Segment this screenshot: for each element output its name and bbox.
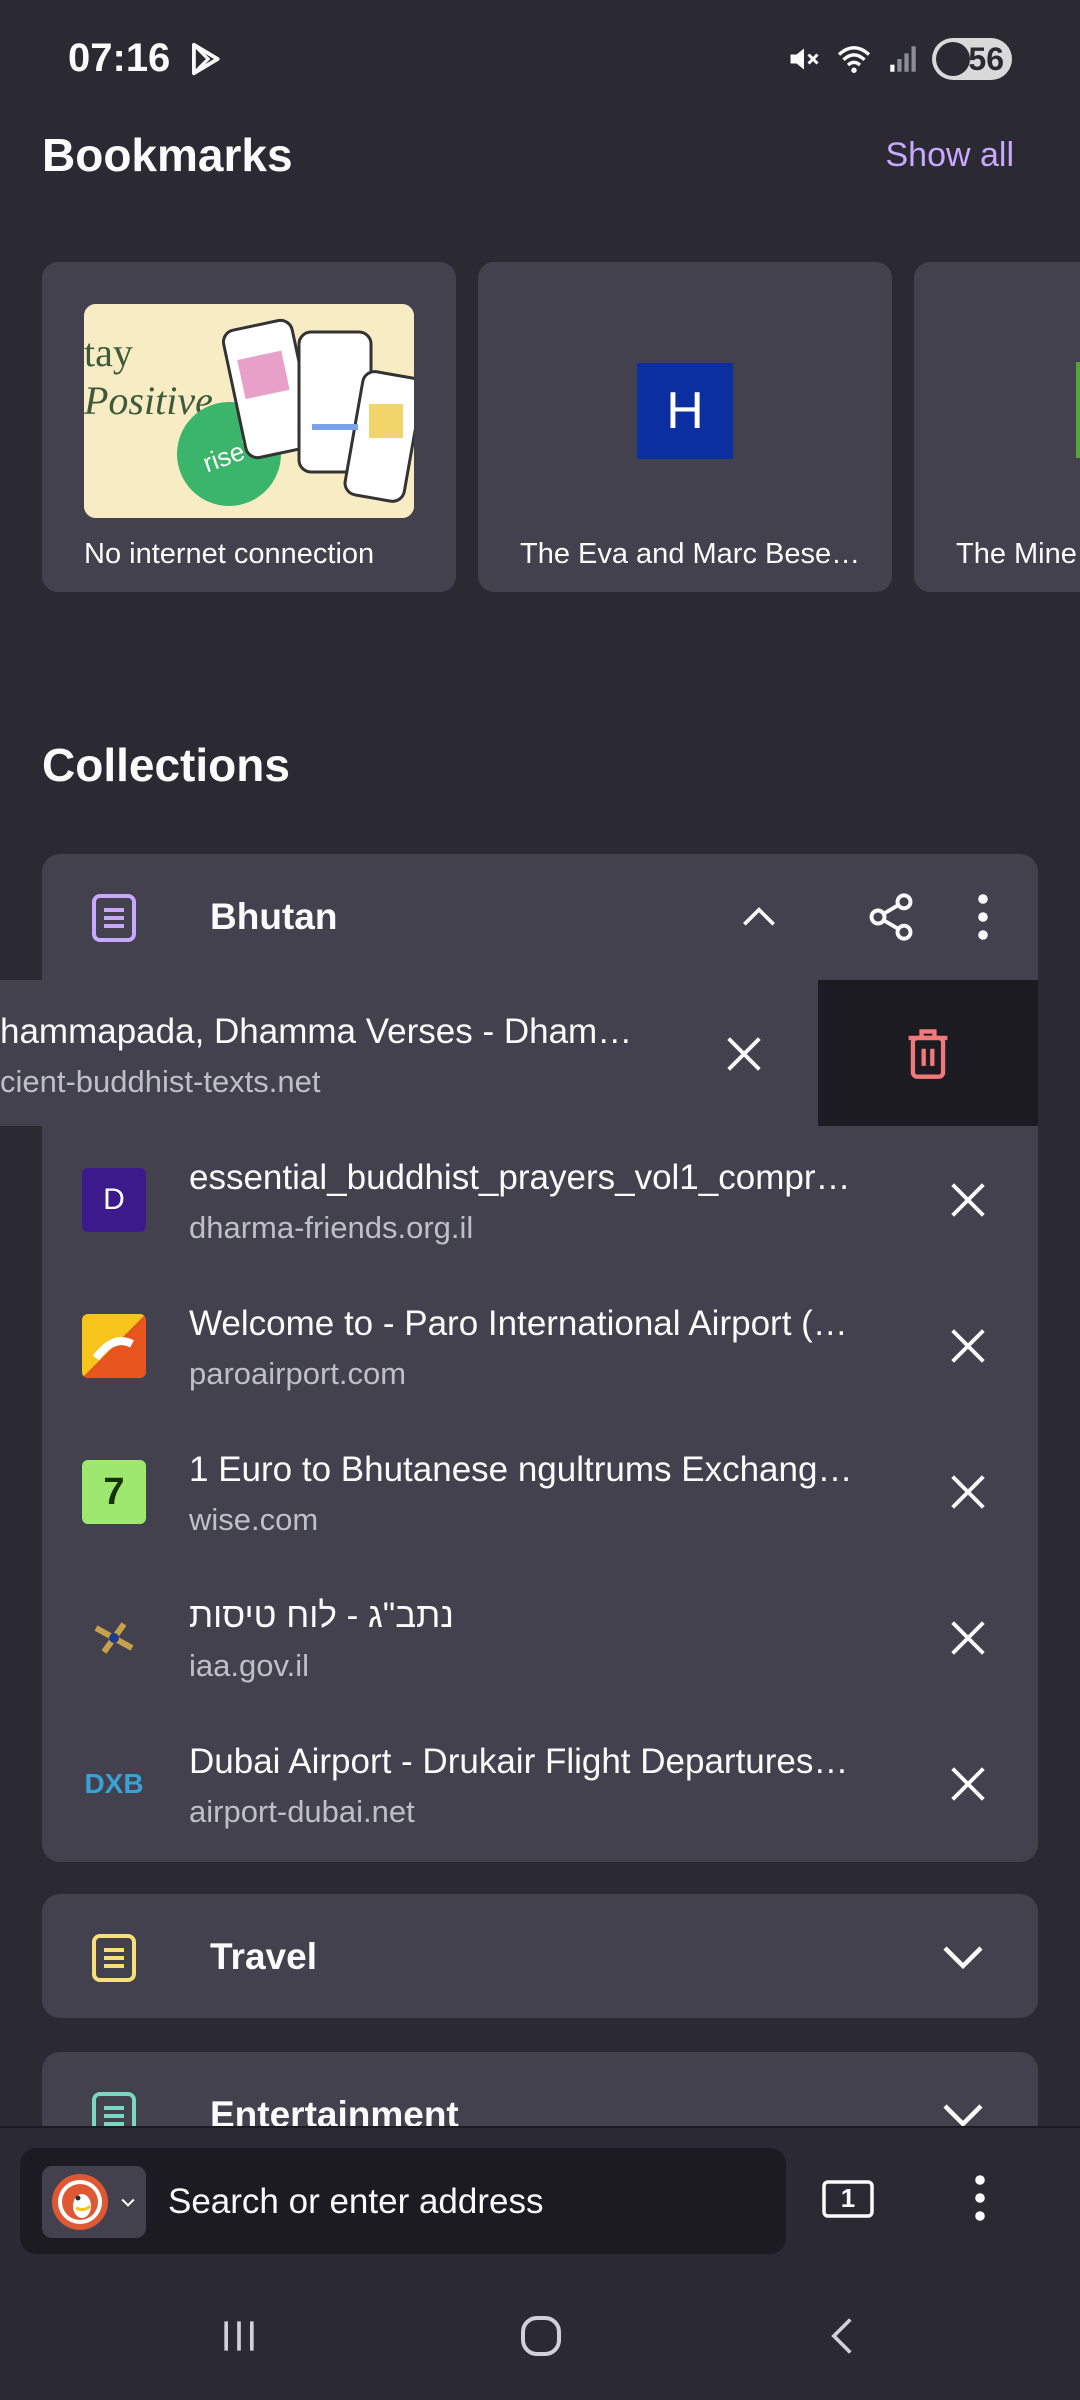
favicon: DXB xyxy=(84,1768,144,1799)
battery-level: 56 xyxy=(968,40,1004,77)
collection-name: Travel xyxy=(210,1936,317,1977)
bookmark-thumbnail xyxy=(1076,362,1080,458)
close-icon xyxy=(951,1183,985,1217)
airplane-icon xyxy=(94,1622,134,1654)
remove-tab-button[interactable] xyxy=(712,1022,776,1086)
tab-title: נתב"ג - לוח טיסות xyxy=(189,1596,454,1635)
close-icon xyxy=(727,1037,761,1071)
bookmark-thumbnail: tay Positive riseUP xyxy=(84,304,414,518)
close-icon xyxy=(951,1329,985,1363)
preview-text: tay xyxy=(84,330,133,375)
status-bar: 07:16 56 xyxy=(0,0,1080,120)
chevron-up-icon xyxy=(743,907,775,926)
collection-travel[interactable]: Travel xyxy=(42,1894,1038,2018)
wifi-icon xyxy=(837,46,871,73)
share-icon xyxy=(869,893,913,941)
tab-title: hammapada, Dhamma Verses - Dham… xyxy=(0,1012,633,1051)
trash-icon xyxy=(908,1029,948,1079)
favicon: D xyxy=(82,1168,146,1232)
tab-url: dharma-friends.org.il xyxy=(189,1210,474,1245)
more-vertical-icon xyxy=(975,2175,985,2221)
collection-name: Bhutan xyxy=(210,896,338,937)
chevron-down-icon xyxy=(121,2198,135,2207)
main-menu-button[interactable] xyxy=(950,2168,1010,2228)
play-store-icon xyxy=(192,42,220,76)
tab-url: iaa.gov.il xyxy=(189,1648,310,1683)
more-vertical-icon xyxy=(978,894,988,940)
collections-heading: Collections xyxy=(42,739,290,791)
remove-tab-button[interactable] xyxy=(936,1460,1000,1524)
site-letter-icon: H xyxy=(637,363,733,459)
collection-tab-item[interactable]: 7 1 Euro to Bhutanese ngultrums Exchang…… xyxy=(42,1418,1038,1564)
close-icon xyxy=(951,1475,985,1509)
tab-title: 1 Euro to Bhutanese ngultrums Exchang… xyxy=(189,1450,853,1489)
bhutan-flag-icon xyxy=(82,1314,146,1378)
search-engine-selector[interactable] xyxy=(42,2166,146,2238)
address-placeholder: Search or enter address xyxy=(168,2182,544,2221)
recents-icon xyxy=(224,2321,254,2351)
tab-title: Welcome to - Paro International Airport … xyxy=(189,1304,848,1343)
bookmarks-carousel[interactable]: tay Positive riseUP No internet connecti… xyxy=(42,262,1080,592)
collection-icon xyxy=(92,1934,136,1982)
collection-tab-item[interactable]: נתב"ג - לוח טיסות iaa.gov.il xyxy=(42,1564,1038,1710)
close-icon xyxy=(951,1767,985,1801)
bookmark-card[interactable]: H The Eva and Marc Bese… xyxy=(478,262,892,592)
bookmark-preview-image: tay Positive riseUP xyxy=(84,304,414,518)
collapse-button[interactable] xyxy=(726,884,792,950)
close-icon xyxy=(951,1621,985,1655)
delete-tab-button[interactable] xyxy=(818,980,1038,1126)
remove-tab-button[interactable] xyxy=(936,1752,1000,1816)
bookmark-label: The Mine xyxy=(956,538,1077,570)
remove-tab-button[interactable] xyxy=(936,1168,1000,1232)
tab-url: airport-dubai.net xyxy=(189,1794,415,1829)
home-button[interactable] xyxy=(506,2306,576,2366)
browser-toolbar: Search or enter address 1 xyxy=(0,2126,1080,2276)
battery-saver-icon xyxy=(936,42,970,76)
favicon: 7 xyxy=(82,1460,146,1524)
bookmark-label: The Eva and Marc Bese… xyxy=(520,538,861,570)
collection-tab-item[interactable]: D essential_buddhist_prayers_vol1_compr…… xyxy=(42,1126,1038,1272)
mute-icon xyxy=(790,48,819,70)
bookmark-label: No internet connection xyxy=(84,538,375,570)
tab-count: 1 xyxy=(840,2183,856,2213)
tab-title: Dubai Airport - Drukair Flight Departure… xyxy=(189,1742,849,1781)
collection-header[interactable]: Bhutan xyxy=(42,854,1038,980)
collection-menu-button[interactable] xyxy=(950,884,1016,950)
chevron-down-icon[interactable] xyxy=(936,1930,990,1984)
tab-url: wise.com xyxy=(189,1502,319,1537)
system-navigation-bar xyxy=(0,2276,1080,2400)
favicon xyxy=(82,1606,146,1670)
tab-title: essential_buddhist_prayers_vol1_compr… xyxy=(189,1158,851,1197)
bookmark-card[interactable]: tay Positive riseUP No internet connecti… xyxy=(42,262,456,592)
duckduckgo-icon xyxy=(52,2174,108,2230)
back-button[interactable] xyxy=(808,2306,878,2366)
tab-url: paroairport.com xyxy=(189,1356,407,1391)
remove-tab-button[interactable] xyxy=(936,1314,1000,1378)
status-time: 07:16 xyxy=(68,36,171,80)
collection-tab-item[interactable]: DXB Dubai Airport - Drukair Flight Depar… xyxy=(42,1710,1038,1856)
share-collection-button[interactable] xyxy=(858,884,924,950)
favicon xyxy=(82,1314,146,1378)
signal-icon xyxy=(890,46,916,72)
tab-counter-button[interactable]: 1 xyxy=(818,2168,878,2228)
bookmarks-heading: Bookmarks xyxy=(42,129,293,181)
tab-url: cient-buddhist-texts.net xyxy=(0,1064,321,1099)
bookmark-card[interactable]: The Mine xyxy=(914,262,1080,592)
swiped-tab-content[interactable]: hammapada, Dhamma Verses - Dham… cient-b… xyxy=(0,980,818,1126)
address-bar[interactable]: Search or enter address xyxy=(20,2148,786,2254)
remove-tab-button[interactable] xyxy=(936,1606,1000,1670)
back-icon xyxy=(831,2318,852,2354)
recents-button[interactable] xyxy=(204,2306,274,2366)
battery-indicator: 56 xyxy=(932,38,1012,80)
home-icon xyxy=(521,2316,561,2356)
collection-tab-item[interactable]: Welcome to - Paro International Airport … xyxy=(42,1272,1038,1418)
bookmark-thumbnail: H xyxy=(520,304,850,518)
show-all-bookmarks-link[interactable]: Show all xyxy=(885,136,1014,175)
collection-icon xyxy=(92,894,136,942)
swiped-tab-item[interactable]: hammapada, Dhamma Verses - Dham… cient-b… xyxy=(0,980,1038,1126)
